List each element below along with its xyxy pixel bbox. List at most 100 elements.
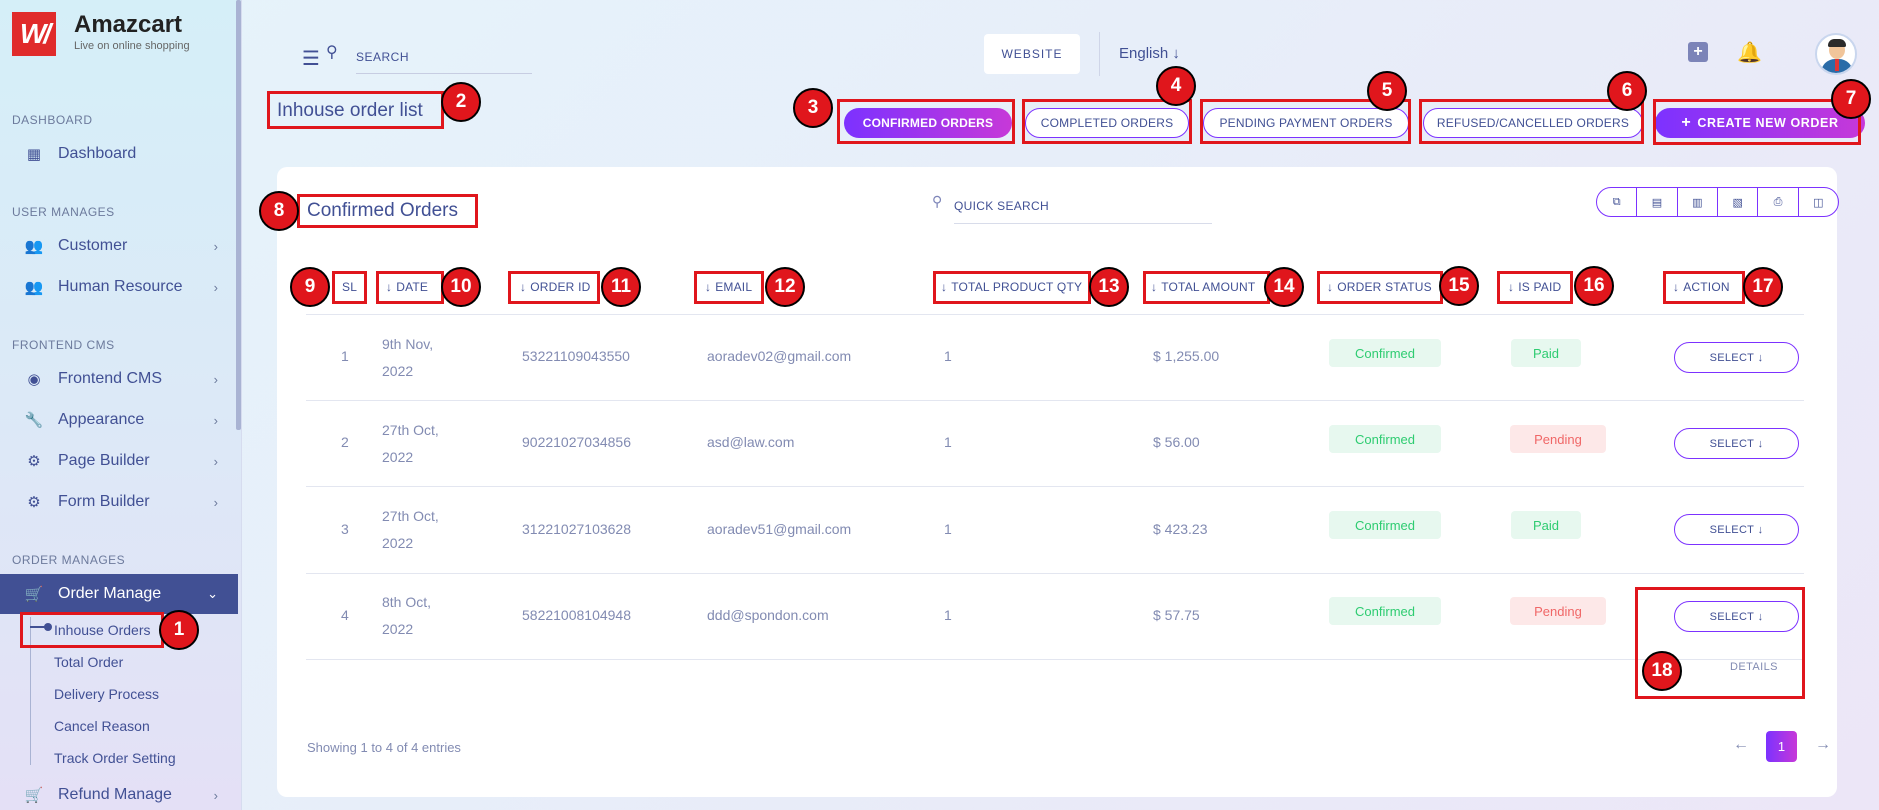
cell-qty: 1 <box>944 607 952 623</box>
annotation-badge: 6 <box>1607 71 1647 111</box>
action-select-button[interactable]: SELECT ↓ <box>1674 342 1799 373</box>
annotation-badge: 18 <box>1642 651 1682 691</box>
sidebar-item-label: Dashboard <box>58 145 137 162</box>
avatar[interactable] <box>1815 33 1857 75</box>
brand-name: Amazcart <box>74 11 183 38</box>
sidebar-item-label: Appearance <box>58 411 145 428</box>
paid-badge: Paid <box>1511 511 1581 539</box>
section-user-manages: USER MANAGES <box>12 205 115 219</box>
chevron-right-icon: › <box>213 787 218 803</box>
annotation-box <box>20 612 164 648</box>
status-badge: Confirmed <box>1329 339 1441 367</box>
csv-icon[interactable]: ▥ <box>1678 188 1718 216</box>
gears-icon: ⚙ <box>27 494 41 511</box>
export-toolbar: ⧉ ▤ ▥ ▧ ⎙ ◫ <box>1596 187 1839 217</box>
cell-sl: 3 <box>341 521 349 537</box>
annotation-badge: 2 <box>441 82 481 122</box>
cell-sl: 2 <box>341 434 349 450</box>
language-label: English <box>1119 45 1169 62</box>
annotation-box <box>1663 271 1745 304</box>
annotation-box <box>297 194 478 228</box>
sidebar-item-label: Order Manage <box>58 585 162 602</box>
hamburger-menu-icon[interactable]: ☰ <box>302 46 320 71</box>
annotation-badge: 14 <box>1264 267 1304 307</box>
search-icon: ⚲ <box>932 193 943 209</box>
annotation-box <box>694 271 764 304</box>
sidebar-item-label: Refund Manage <box>58 786 172 803</box>
language-select[interactable]: English ↓ <box>1119 45 1180 62</box>
action-select-button[interactable]: SELECT ↓ <box>1674 428 1799 459</box>
sidebar-sub-track-order-setting[interactable]: Track Order Setting <box>54 750 176 766</box>
sidebar-item-form-builder[interactable]: ⚙ Form Builder › <box>0 482 238 522</box>
quick-search-input[interactable] <box>954 188 1212 224</box>
cart-icon: 🛒 <box>24 787 44 804</box>
cell-date: 27th Oct, 2022 <box>382 508 439 551</box>
annotation-badge: 17 <box>1743 267 1783 307</box>
sidebar-item-page-builder[interactable]: ⚙ Page Builder › <box>0 441 238 481</box>
status-badge: Confirmed <box>1329 597 1441 625</box>
arrow-down-icon: ↓ <box>1172 45 1180 62</box>
cell-amount: $ 423.23 <box>1153 521 1208 537</box>
cell-date: 27th Oct, 2022 <box>382 422 439 465</box>
select-label: SELECT <box>1709 437 1755 450</box>
status-badge: Confirmed <box>1329 511 1441 539</box>
sidebar-sub-total-order[interactable]: Total Order <box>54 654 123 670</box>
sidebar-item-label: Frontend CMS <box>58 370 163 387</box>
copy-icon[interactable]: ⧉ <box>1597 188 1638 216</box>
pdf-icon[interactable]: ▧ <box>1718 188 1759 216</box>
sidebar: W/ Amazcart Live on online shopping DASH… <box>0 0 242 810</box>
sidebar-item-appearance[interactable]: 🔧 Appearance › <box>0 400 238 440</box>
brand[interactable]: W/ Amazcart Live on online shopping <box>12 12 190 56</box>
sidebar-sub-delivery-process[interactable]: Delivery Process <box>54 686 159 702</box>
chevron-right-icon: › <box>213 279 218 295</box>
cell-sl: 1 <box>341 348 349 364</box>
excel-icon[interactable]: ▤ <box>1637 188 1678 216</box>
annotation-badge: 1 <box>159 610 199 650</box>
row-divider <box>306 573 1804 574</box>
cell-email: ddd@spondon.com <box>707 607 829 623</box>
cell-order-id: 53221109043550 <box>522 348 630 364</box>
sidebar-item-dashboard[interactable]: ▦ Dashboard <box>0 134 238 174</box>
sidebar-item-customer[interactable]: 👥 Customer › <box>0 226 238 266</box>
annotation-box <box>837 99 1015 144</box>
annotation-box <box>933 271 1091 304</box>
cell-email: asd@law.com <box>707 434 795 450</box>
action-select-button[interactable]: SELECT ↓ <box>1674 514 1799 545</box>
annotation-box <box>508 271 600 304</box>
brand-logo: W/ <box>12 12 56 56</box>
pagination-page-1[interactable]: 1 <box>1766 731 1797 762</box>
sidebar-item-human-resource[interactable]: 👥 Human Resource › <box>0 267 238 307</box>
bell-icon[interactable]: 🔔 <box>1737 40 1762 65</box>
cell-email: aoradev51@gmail.com <box>707 521 852 537</box>
sidebar-item-refund-manage[interactable]: 🛒 Refund Manage › <box>0 775 238 810</box>
cell-order-id: 90221027034856 <box>522 434 632 450</box>
annotation-box <box>1143 271 1270 304</box>
row-divider <box>306 400 1804 401</box>
arrow-right-icon[interactable]: → <box>1815 736 1831 754</box>
annotation-box <box>1317 271 1443 304</box>
sidebar-sub-cancel-reason[interactable]: Cancel Reason <box>54 718 150 734</box>
website-button[interactable]: WEBSITE <box>984 34 1080 74</box>
section-order-manages: ORDER MANAGES <box>12 553 126 567</box>
annotation-badge: 11 <box>601 267 641 307</box>
cell-order-id: 58221008104948 <box>522 607 632 623</box>
section-dashboard: DASHBOARD <box>12 113 93 127</box>
plus-square-icon[interactable]: + <box>1688 42 1708 62</box>
paid-badge: Paid <box>1511 339 1581 367</box>
columns-icon[interactable]: ◫ <box>1799 188 1838 216</box>
sidebar-item-frontend-cms[interactable]: ◉ Frontend CMS › <box>0 359 238 399</box>
chevron-right-icon: › <box>213 238 218 254</box>
annotation-box <box>332 271 367 304</box>
cell-email: aoradev02@gmail.com <box>707 348 852 364</box>
arrow-left-icon[interactable]: ← <box>1733 736 1749 754</box>
cell-amount: $ 56.00 <box>1153 434 1200 450</box>
annotation-box <box>1653 99 1861 145</box>
cell-sl: 4 <box>341 607 349 623</box>
sidebar-item-order-manage[interactable]: 🛒 Order Manage ⌄ <box>0 574 238 614</box>
annotation-badge: 5 <box>1367 71 1407 111</box>
print-icon[interactable]: ⎙ <box>1758 188 1799 216</box>
annotation-box <box>1497 271 1573 304</box>
annotation-badge: 9 <box>290 267 330 307</box>
cell-date: 8th Oct, 2022 <box>382 594 432 637</box>
search-input[interactable] <box>356 40 532 74</box>
